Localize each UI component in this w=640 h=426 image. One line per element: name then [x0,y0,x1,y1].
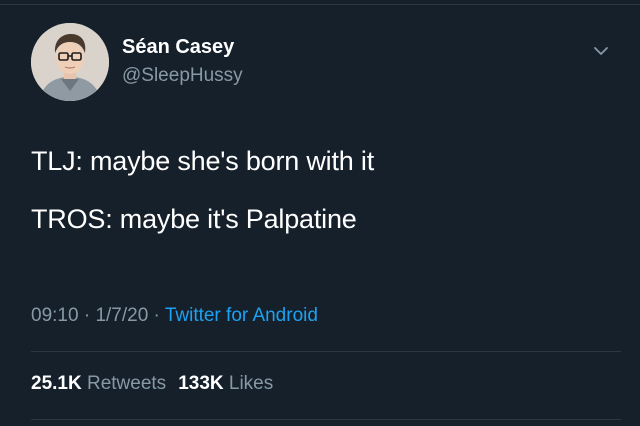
likes-count: 133K [178,373,224,394]
display-name[interactable]: Séan Casey [122,36,234,59]
user-handle[interactable]: @SleepHussy [122,65,243,87]
avatar[interactable] [31,23,109,101]
avatar-image [31,23,109,101]
likes-label: Likes [228,373,274,394]
tweet-stats: 25.1K Retweets 133K Likes [31,373,273,395]
tweet-meta: 09:10 · 1/7/20 · Twitter for Android [31,305,318,327]
likes-stat[interactable]: 133K Likes [178,373,273,394]
retweets-stat[interactable]: 25.1K Retweets [31,373,166,394]
tweet-date: 1/7/20 [95,305,149,326]
tweet-text-line: TLJ: maybe she's born with it [31,146,374,176]
tweet-source-link[interactable]: Twitter for Android [165,305,318,326]
tweet-text-line: TROS: maybe it's Palpatine [31,204,357,234]
tweet-time: 09:10 [31,305,79,326]
tweet-card: Séan Casey @SleepHussy TLJ: maybe she's … [0,0,640,426]
chevron-down-icon[interactable] [590,40,612,62]
top-divider [0,4,640,5]
divider [31,351,621,352]
divider [31,419,621,420]
retweets-label: Retweets [86,373,167,394]
meta-separator: · [83,305,91,326]
meta-separator: · [153,305,160,326]
retweets-count: 25.1K [31,373,82,394]
